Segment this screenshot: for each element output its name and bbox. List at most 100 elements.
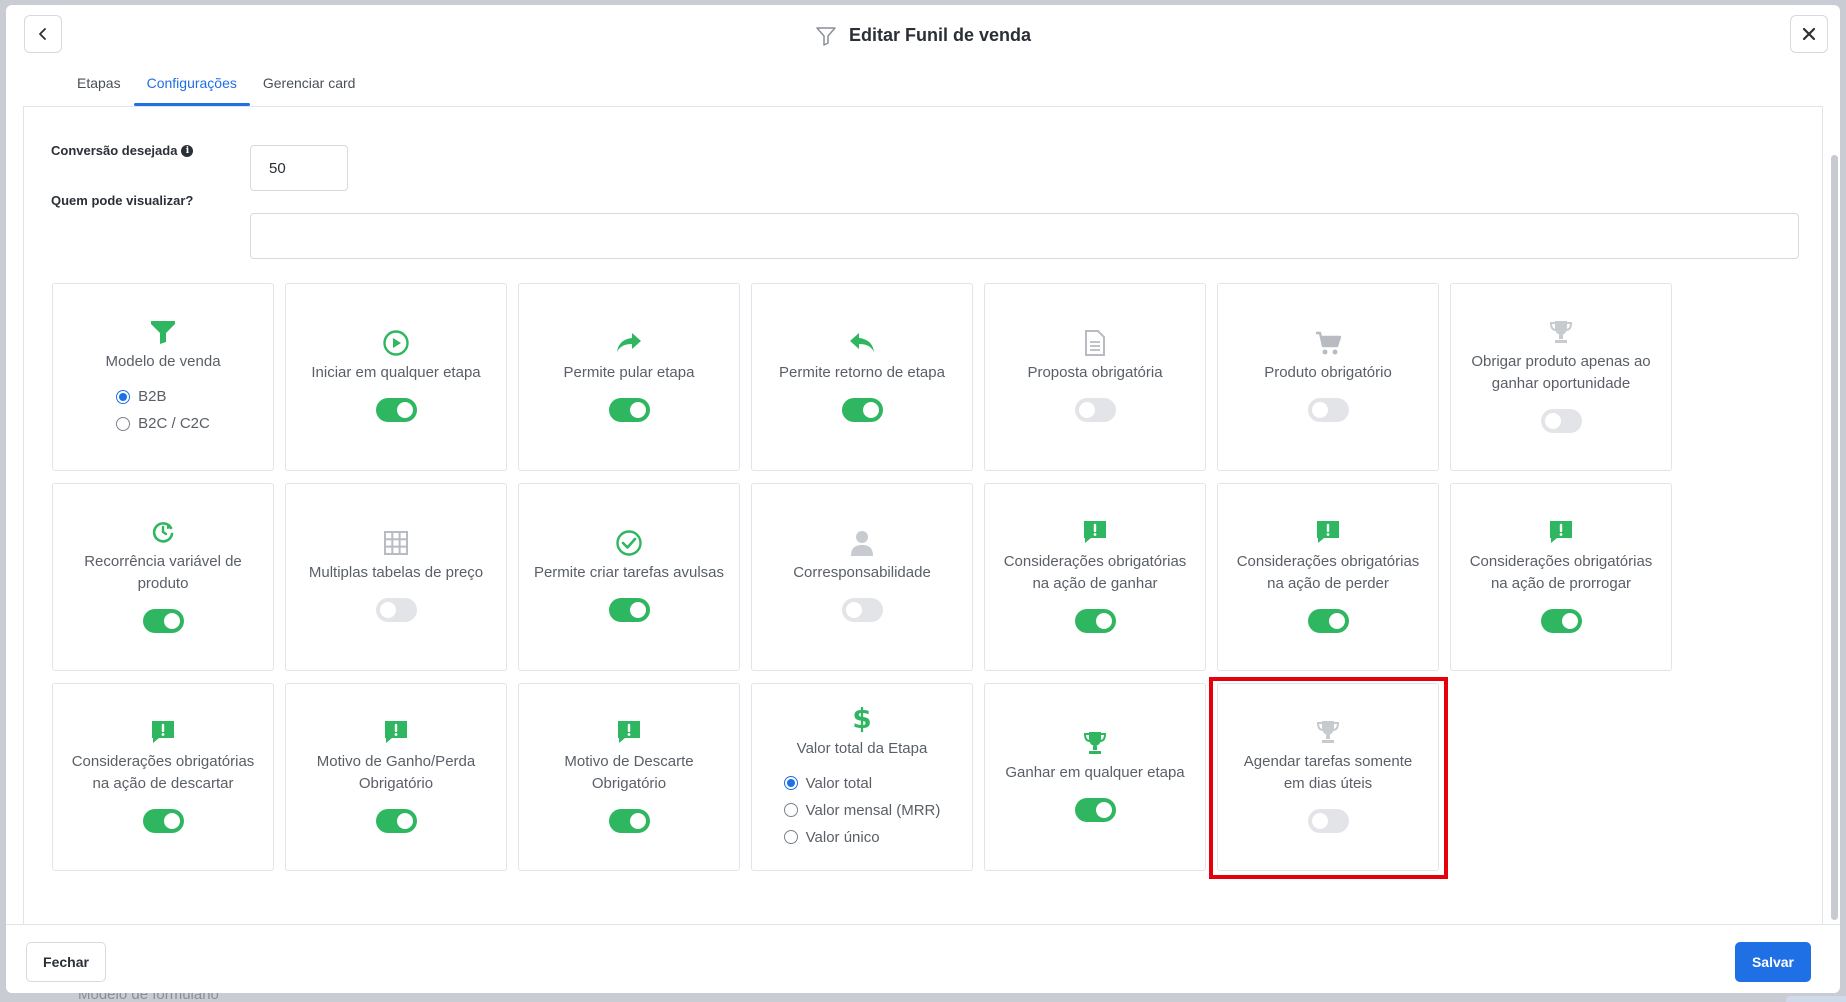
card-consideracoes-prorrogar: Considerações obrigatórias na ação de pr…: [1450, 483, 1672, 671]
toggle-switch[interactable]: [841, 397, 883, 422]
radio-label: Valor total: [805, 774, 873, 792]
close-footer-button[interactable]: Fechar: [26, 942, 106, 982]
card-label: Agendar tarefas somente em dias úteis: [1243, 752, 1413, 792]
toggle-switch[interactable]: [841, 597, 883, 622]
toggle-switch[interactable]: [375, 397, 417, 422]
grid-table-icon: [384, 530, 408, 555]
toggle-switch[interactable]: [608, 597, 650, 622]
scrollbar[interactable]: [1831, 155, 1838, 920]
card-retorno-etapa: Permite retorno de etapa: [751, 283, 973, 471]
radio-unchecked[interactable]: [116, 416, 131, 431]
modal-title: Editar Funil de venda: [848, 25, 1032, 45]
tab-etapas[interactable]: Etapas: [64, 63, 134, 106]
card-label: Considerações obrigatórias na ação de ga…: [1003, 552, 1187, 592]
conversion-input[interactable]: [250, 145, 348, 191]
toggle-switch[interactable]: [1307, 608, 1349, 633]
trophy-icon: [1083, 731, 1107, 754]
radio-label: Valor único: [805, 828, 880, 846]
radio-unchecked[interactable]: [783, 830, 798, 844]
background-chip: [1786, 996, 1846, 1002]
card-label: Recorrência variável de produto: [84, 552, 242, 592]
card-recorrencia-variavel: Recorrência variável de produto: [52, 483, 274, 671]
card-motivo-descarte: Motivo de Descarte Obrigatório: [518, 683, 740, 871]
card-label: Considerações obrigatórias na ação de pe…: [1236, 552, 1420, 592]
funnel-icon: [151, 321, 175, 344]
card-iniciar-qualquer-etapa: Iniciar em qualquer etapa: [285, 283, 507, 471]
viewers-input[interactable]: [250, 213, 1799, 259]
share-arrow-icon: [617, 332, 641, 352]
close-button[interactable]: [1790, 15, 1828, 53]
alert-message-icon: [152, 720, 174, 743]
settings-panel: Conversão desejada i Quem pode visualiza…: [23, 106, 1823, 924]
viewers-label: Quem pode visualizar?: [51, 193, 194, 208]
toggle-switch[interactable]: [1307, 808, 1349, 833]
toggle-switch[interactable]: [375, 808, 417, 833]
tab-configuracoes[interactable]: Configurações: [133, 63, 251, 106]
check-circle-icon: [616, 529, 642, 556]
card-corresponsabilidade: Corresponsabilidade: [751, 483, 973, 671]
trophy-icon: [1316, 720, 1340, 743]
close-icon: [1802, 27, 1816, 41]
toggle-switch[interactable]: [1074, 608, 1116, 633]
toggle-switch[interactable]: [375, 597, 417, 622]
alert-message-icon: [618, 720, 640, 743]
card-ganhar-qualquer-etapa: Ganhar em qualquer etapa: [984, 683, 1206, 871]
radio-checked[interactable]: [116, 389, 131, 404]
toggle-switch[interactable]: [1540, 408, 1582, 433]
card-label: Permite criar tarefas avulsas: [533, 563, 725, 581]
radio-unchecked[interactable]: [783, 803, 798, 817]
sale-model-radio-group: B2B B2C / C2C: [116, 383, 210, 437]
toggle-switch[interactable]: [1074, 397, 1116, 422]
total-value-radio-group: Valor total Valor mensal (MRR) Valor úni…: [783, 770, 941, 851]
card-label: Iniciar em qualquer etapa: [311, 363, 481, 381]
card-agendar-dias-uteis: Agendar tarefas somente em dias úteis: [1217, 683, 1439, 871]
info-icon[interactable]: i: [181, 144, 194, 157]
toggle-switch[interactable]: [608, 397, 650, 422]
card-label: Considerações obrigatórias na ação de pr…: [1469, 552, 1653, 592]
tab-bar: Etapas Configurações Gerenciar card: [64, 63, 368, 106]
radio-option-b2b[interactable]: B2B: [116, 383, 210, 410]
radio-label: B2C / C2C: [138, 415, 210, 432]
card-consideracoes-perder: Considerações obrigatórias na ação de pe…: [1217, 483, 1439, 671]
tab-gerenciar-card[interactable]: Gerenciar card: [250, 63, 369, 106]
alert-message-icon: [1550, 520, 1572, 543]
card-motivo-ganho-perda: Motivo de Ganho/Perda Obrigatório: [285, 683, 507, 871]
card-produto-ao-ganhar: Obrigar produto apenas ao ganhar oportun…: [1450, 283, 1672, 471]
card-label: Considerações obrigatórias na ação de de…: [71, 752, 255, 792]
radio-option-b2c[interactable]: B2C / C2C: [116, 410, 210, 437]
card-tarefas-avulsas: Permite criar tarefas avulsas: [518, 483, 740, 671]
alert-message-icon: [1084, 520, 1106, 543]
card-produto-obrigatorio: Produto obrigatório: [1217, 283, 1439, 471]
conversion-label: Conversão desejada: [51, 143, 178, 158]
card-consideracoes-ganhar: Considerações obrigatórias na ação de ga…: [984, 483, 1206, 671]
card-label: Multiplas tabelas de preço: [308, 563, 484, 581]
radio-label: Valor mensal (MRR): [805, 801, 941, 819]
card-label: Permite pular etapa: [563, 363, 695, 381]
card-valor-total-etapa: $ Valor total da Etapa Valor total Valor…: [751, 683, 973, 871]
card-label: Ganhar em qualquer etapa: [1005, 763, 1185, 781]
radio-checked[interactable]: [783, 776, 798, 790]
dollar-icon: $: [852, 704, 871, 734]
document-icon: [1085, 329, 1105, 356]
toggle-switch[interactable]: [1307, 397, 1349, 422]
card-consideracoes-descartar: Considerações obrigatórias na ação de de…: [52, 683, 274, 871]
card-label: Produto obrigatório: [1264, 363, 1392, 381]
toggle-switch[interactable]: [1540, 608, 1582, 633]
card-label: Obrigar produto apenas ao ganhar oportun…: [1471, 352, 1651, 392]
toggle-switch[interactable]: [142, 608, 184, 633]
alert-message-icon: [385, 720, 407, 743]
toggle-switch[interactable]: [1074, 797, 1116, 822]
save-button[interactable]: Salvar: [1735, 942, 1811, 982]
radio-option-valor-total[interactable]: Valor total: [783, 770, 941, 797]
viewers-label-group: Quem pode visualizar?: [51, 193, 193, 208]
svg-text:$: $: [852, 704, 871, 734]
radio-option-valor-unico[interactable]: Valor único: [783, 824, 941, 851]
card-label: Permite retorno de etapa: [779, 363, 945, 381]
card-proposta-obrigatoria: Proposta obrigatória: [984, 283, 1206, 471]
card-label: Valor total da Etapa: [796, 739, 928, 757]
toggle-switch[interactable]: [142, 808, 184, 833]
toggle-switch[interactable]: [608, 808, 650, 833]
funnel-outline-icon: [816, 26, 836, 46]
card-label: Motivo de Ganho/Perda Obrigatório: [316, 752, 476, 792]
radio-option-valor-mensal[interactable]: Valor mensal (MRR): [783, 797, 941, 824]
